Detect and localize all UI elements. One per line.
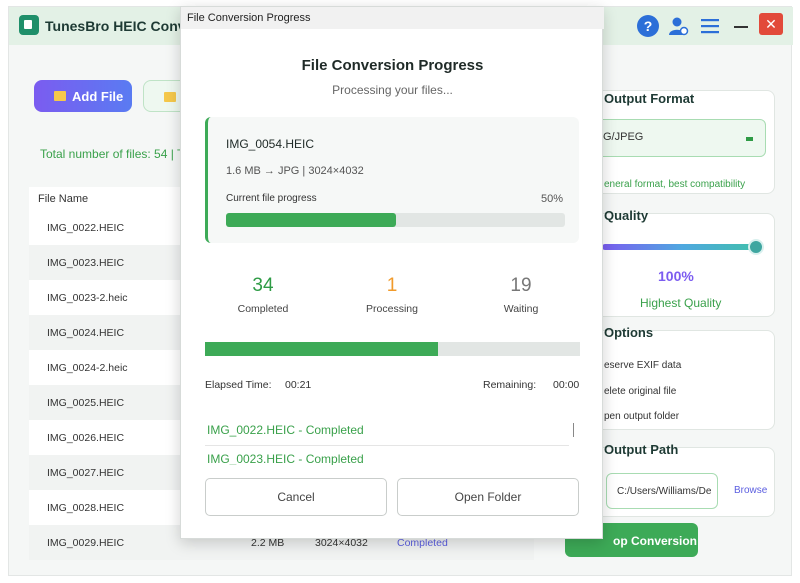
user-icon[interactable] bbox=[667, 15, 689, 37]
help-icon[interactable]: ? bbox=[637, 15, 659, 37]
log-entry: IMG_0023.HEIC - Completed bbox=[207, 452, 364, 465]
overall-progress-fill bbox=[205, 342, 438, 356]
dialog-window-title: File Conversion Progress bbox=[187, 12, 311, 24]
stat-processing: 1 Processing bbox=[337, 275, 447, 315]
file-name: IMG_0028.HEIC bbox=[47, 502, 125, 514]
output-format-title: Output Format bbox=[604, 91, 695, 106]
option-open-output-folder[interactable]: pen output folder bbox=[604, 411, 679, 422]
current-progress-label: Current file progress bbox=[226, 193, 317, 204]
file-name: IMG_0027.HEIC bbox=[47, 467, 125, 479]
remaining-time-value: 00:00 bbox=[553, 379, 580, 391]
current-file-card: IMG_0054.HEIC 1.6 MB → JPG | 3024×4032 C… bbox=[205, 117, 579, 243]
file-name: IMG_0024.HEIC bbox=[47, 327, 125, 339]
browse-link[interactable]: Browse bbox=[734, 485, 767, 496]
waiting-label: Waiting bbox=[503, 303, 539, 315]
elapsed-time-label: Elapsed Time: bbox=[205, 379, 272, 391]
dialog-title-bar: File Conversion Progress bbox=[181, 7, 604, 29]
current-progress-percent: 50% bbox=[540, 193, 563, 205]
file-name-header: File Name bbox=[38, 193, 89, 205]
output-path-input[interactable]: C:/Users/Williams/De bbox=[606, 473, 718, 509]
format-select[interactable]: G/JPEG bbox=[588, 119, 766, 157]
file-name: IMG_0025.HEIC bbox=[47, 397, 125, 409]
file-name: IMG_0022.HEIC bbox=[47, 222, 125, 234]
selected-marker-icon bbox=[746, 137, 753, 141]
stat-completed: 34 Completed bbox=[208, 275, 318, 315]
current-file-name: IMG_0054.HEIC bbox=[226, 137, 315, 151]
folder-icon bbox=[54, 91, 66, 101]
stat-waiting: 19 Waiting bbox=[466, 275, 576, 315]
total-files-text: Total number of files: 54 | To bbox=[40, 147, 190, 161]
folder-icon bbox=[164, 92, 176, 102]
file-name: IMG_0023.HEIC bbox=[47, 257, 125, 269]
quality-value: 100% bbox=[658, 268, 694, 284]
completed-count: 34 bbox=[252, 275, 274, 296]
log-scrollbar[interactable] bbox=[573, 423, 574, 437]
file-name: IMG_0029.HEIC bbox=[47, 537, 125, 549]
log-divider bbox=[205, 445, 569, 446]
close-icon[interactable]: ✕ bbox=[759, 13, 783, 35]
add-file-button[interactable]: Add File bbox=[34, 80, 132, 112]
current-progress-bar bbox=[226, 213, 565, 227]
file-name: IMG_0026.HEIC bbox=[47, 432, 125, 444]
format-value: G/JPEG bbox=[603, 131, 644, 143]
format-description: eneral format, best compatibility bbox=[604, 179, 746, 190]
file-name: IMG_0023-2.heic bbox=[47, 292, 128, 304]
minimize-icon[interactable] bbox=[729, 13, 753, 37]
completed-label: Completed bbox=[237, 303, 289, 315]
dialog-title: File Conversion Progress bbox=[301, 57, 484, 74]
option-delete-original[interactable]: elete original file bbox=[604, 386, 676, 397]
quality-title: Quality bbox=[604, 208, 649, 223]
option-preserve-exif[interactable]: eserve EXIF data bbox=[604, 360, 681, 371]
waiting-count: 19 bbox=[510, 275, 532, 296]
processing-label: Processing bbox=[366, 303, 418, 315]
file-name: IMG_0024-2.heic bbox=[47, 362, 128, 374]
dialog-subtitle: Processing your files... bbox=[332, 83, 453, 97]
processing-count: 1 bbox=[386, 275, 398, 296]
add-file-label: Add File bbox=[72, 89, 124, 104]
overall-progress-bar bbox=[205, 342, 580, 356]
menu-icon[interactable] bbox=[699, 15, 721, 37]
log-entry: IMG_0022.HEIC - Completed bbox=[207, 423, 364, 437]
elapsed-time-value: 00:21 bbox=[285, 379, 312, 391]
current-file-meta: 1.6 MB → JPG | 3024×4032 bbox=[226, 165, 364, 177]
open-folder-button[interactable]: Open Folder bbox=[397, 478, 579, 516]
app-logo-icon bbox=[19, 15, 39, 35]
quality-label: Highest Quality bbox=[640, 296, 722, 310]
start-conversion-label: op Conversion bbox=[613, 534, 698, 548]
conversion-log[interactable]: IMG_0022.HEIC - Completed IMG_0023.HEIC … bbox=[205, 417, 579, 465]
output-path-title: Output Path bbox=[604, 442, 679, 457]
cancel-button[interactable]: Cancel bbox=[205, 478, 387, 516]
current-progress-fill bbox=[226, 213, 396, 227]
quality-slider[interactable] bbox=[602, 244, 762, 250]
quality-slider-handle[interactable] bbox=[748, 239, 764, 255]
output-path-value: C:/Users/Williams/De bbox=[617, 486, 712, 497]
remaining-time-label: Remaining: bbox=[483, 379, 537, 391]
options-title: Options bbox=[604, 325, 654, 340]
progress-dialog: File Conversion Progress File Conversion… bbox=[180, 6, 604, 539]
